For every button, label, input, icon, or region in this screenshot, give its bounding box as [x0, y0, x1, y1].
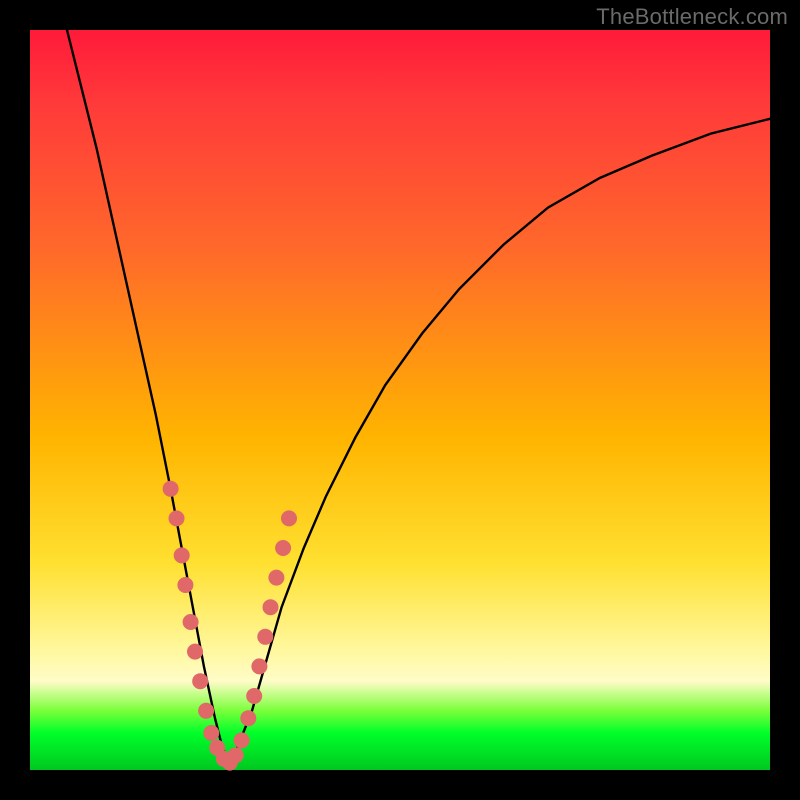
plot-area — [30, 30, 770, 770]
watermark-text: TheBottleneck.com — [596, 4, 788, 30]
sample-dot — [198, 703, 214, 719]
sample-dot — [268, 570, 284, 586]
outer-frame: TheBottleneck.com — [0, 0, 800, 800]
sample-dot — [163, 481, 179, 497]
sample-dot — [187, 644, 203, 660]
sample-dot — [192, 673, 208, 689]
sample-dot — [275, 540, 291, 556]
sample-dot — [183, 614, 199, 630]
bottleneck-curve — [67, 30, 770, 763]
sample-dot — [234, 732, 250, 748]
sample-dot — [251, 658, 267, 674]
sample-dot — [257, 629, 273, 645]
sample-dot — [177, 577, 193, 593]
sample-dot — [263, 599, 279, 615]
sample-dot — [174, 547, 190, 563]
sample-dot — [240, 710, 256, 726]
sample-dot — [228, 747, 244, 763]
sample-dot — [203, 725, 219, 741]
sample-dot — [281, 510, 297, 526]
curve-svg — [30, 30, 770, 770]
sample-dot — [169, 510, 185, 526]
sample-dot — [246, 688, 262, 704]
